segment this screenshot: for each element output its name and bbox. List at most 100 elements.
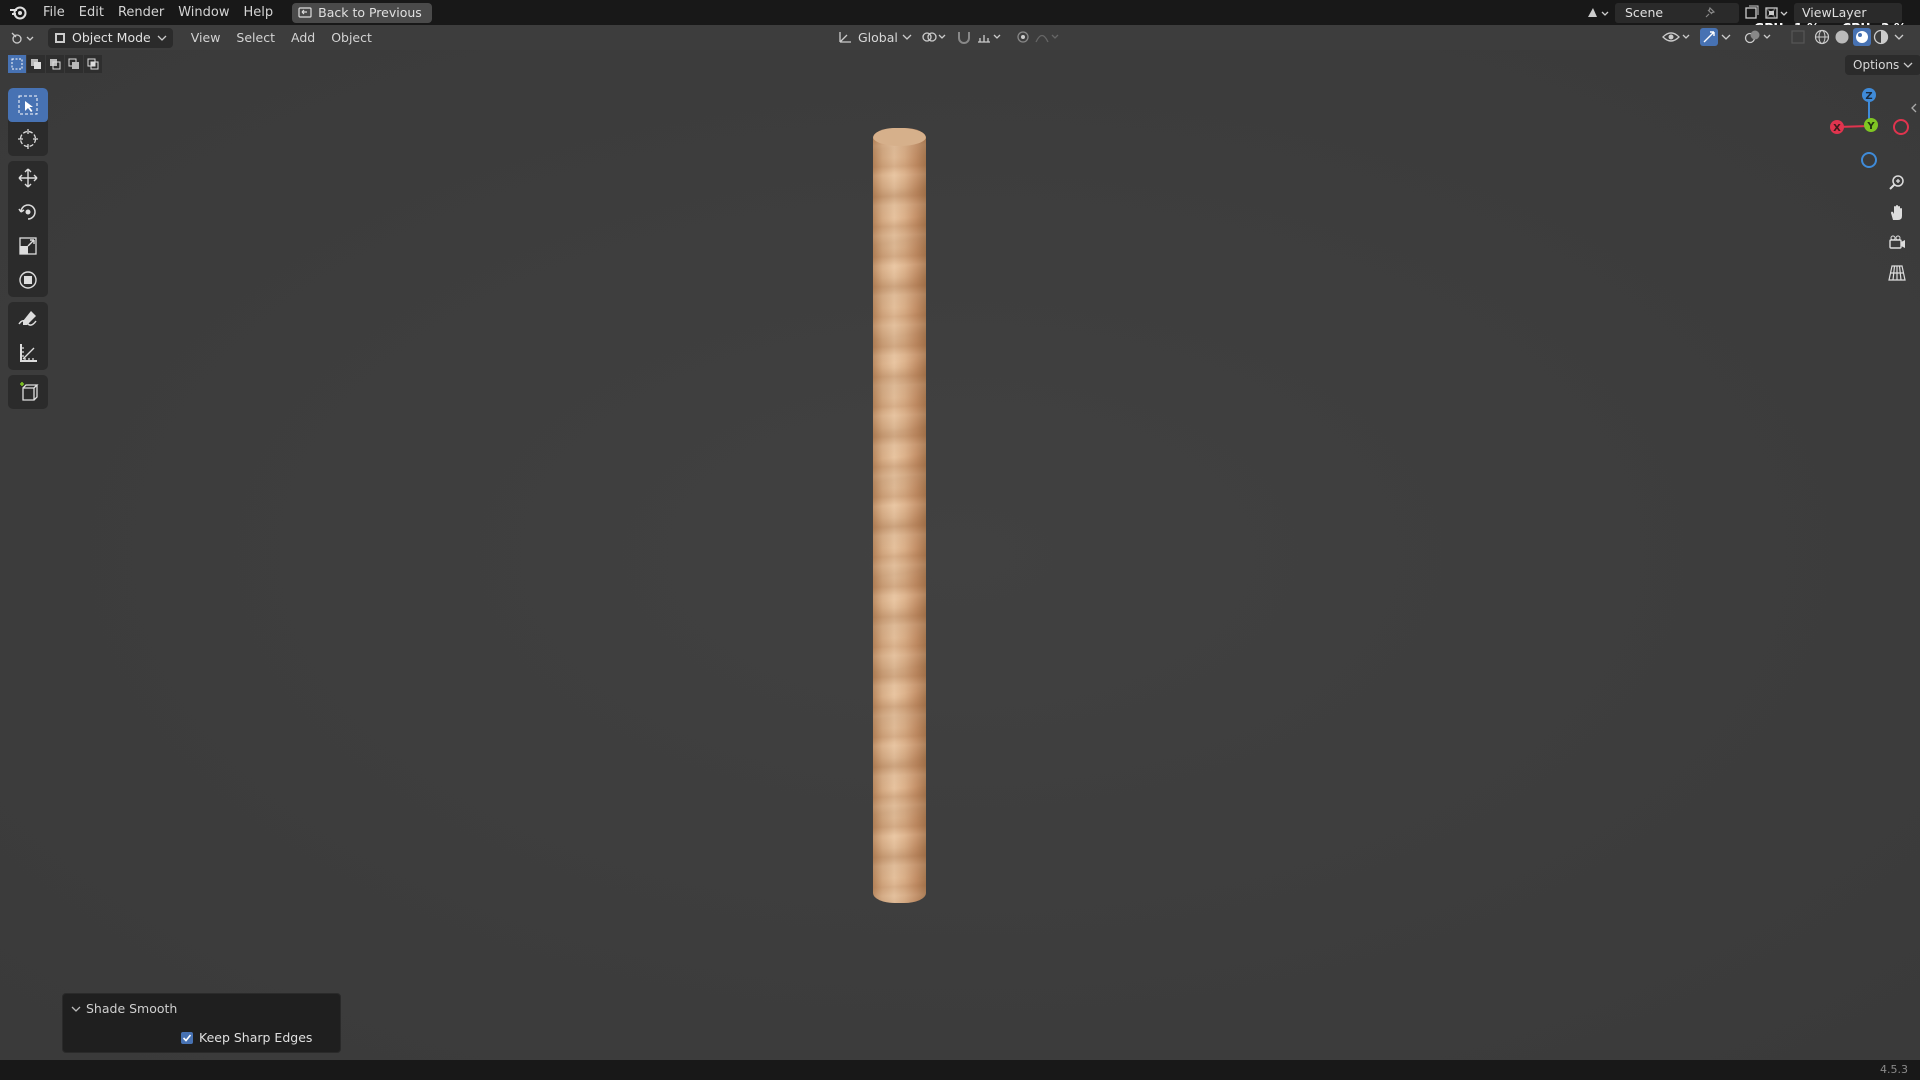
shading-material-button[interactable] (1853, 28, 1871, 46)
zoom-button[interactable] (1884, 170, 1910, 196)
view-layer-name[interactable]: ViewLayer (1802, 5, 1867, 20)
menu-window[interactable]: Window (171, 0, 236, 25)
select-box-tool[interactable] (8, 88, 48, 122)
menu-view[interactable]: View (183, 30, 229, 45)
menu-help[interactable]: Help (237, 0, 281, 25)
menu-select[interactable]: Select (228, 30, 283, 45)
select-new-icon (11, 58, 23, 70)
select-new-button[interactable] (8, 55, 26, 73)
select-box-icon (18, 95, 38, 115)
select-intersect-button[interactable] (84, 55, 102, 73)
menu-add[interactable]: Add (283, 30, 323, 45)
select-invert-button[interactable] (65, 55, 83, 73)
wireframe-sphere-icon (1814, 29, 1830, 45)
select-extend-button[interactable] (27, 55, 45, 73)
menu-render[interactable]: Render (111, 0, 171, 25)
menu-file[interactable]: File (36, 0, 72, 25)
pin-icon[interactable] (1703, 6, 1715, 19)
back-button-label: Back to Previous (318, 5, 422, 20)
keep-sharp-edges-checkbox[interactable] (181, 1031, 193, 1044)
snap-increment-icon (978, 34, 1001, 43)
select-extend-icon (31, 59, 41, 69)
options-dropdown[interactable]: Options (1845, 55, 1920, 75)
scale-tool[interactable] (8, 229, 48, 263)
falloff-icon (1035, 34, 1059, 43)
snap-toggle[interactable] (955, 29, 973, 49)
rotate-tool[interactable] (8, 195, 48, 229)
new-scene-icon[interactable] (1743, 5, 1759, 21)
z-axis-negative[interactable] (1861, 152, 1877, 168)
add-cube-tool[interactable] (8, 375, 48, 409)
gizmo-icon (1703, 31, 1715, 43)
chevron-down-icon (157, 35, 167, 41)
falloff-dropdown[interactable] (1034, 29, 1062, 49)
perspective-toggle-button[interactable] (1884, 260, 1910, 286)
snap-target-dropdown[interactable] (976, 29, 1004, 49)
cursor-tool[interactable] (8, 122, 48, 156)
zoom-icon (1889, 175, 1904, 190)
version-label: 4.5.3 (1880, 1063, 1908, 1076)
proportional-editing-toggle[interactable] (1015, 29, 1031, 49)
view-layer-icon (1765, 6, 1788, 19)
snap-icon (958, 32, 970, 44)
measure-tool[interactable] (8, 336, 48, 370)
operator-redo-panel: Shade Smooth Keep Sharp Edges (62, 993, 341, 1053)
pivot-icon (922, 32, 946, 42)
chevron-down-icon (1721, 34, 1731, 40)
transform-tool[interactable] (8, 263, 48, 297)
keep-sharp-edges-option[interactable]: Keep Sharp Edges (181, 1030, 312, 1045)
select-subtract-button[interactable] (46, 55, 64, 73)
editor-type-icon (11, 32, 34, 44)
operator-panel-header[interactable]: Shade Smooth (71, 1001, 177, 1016)
shading-dropdown[interactable] (1893, 29, 1905, 49)
visibility-dropdown[interactable] (1662, 29, 1692, 49)
x-axis-negative[interactable] (1893, 119, 1909, 135)
rendered-sphere-icon (1873, 29, 1889, 45)
hand-icon (1891, 205, 1902, 220)
chevron-down-icon (902, 34, 912, 40)
3d-viewport[interactable] (0, 50, 1920, 1060)
pan-button[interactable] (1884, 200, 1910, 226)
move-tool[interactable] (8, 161, 48, 195)
material-sphere-icon (1856, 31, 1868, 43)
wooden-cylinder-object[interactable] (873, 128, 926, 903)
overlays-toggle[interactable] (1744, 29, 1774, 49)
shading-rendered-button[interactable] (1873, 29, 1889, 49)
top-bar: File Edit Render Window Help Back to Pre… (0, 0, 1920, 25)
orientation-icon (839, 32, 851, 43)
editor-type-button[interactable] (0, 30, 48, 46)
annotate-tool[interactable] (8, 302, 48, 336)
back-to-previous-button[interactable]: Back to Previous (292, 2, 432, 23)
move-icon (18, 168, 38, 188)
operator-title: Shade Smooth (86, 1001, 178, 1016)
shading-wireframe-button[interactable] (1814, 29, 1830, 49)
select-subtract-icon (50, 59, 61, 70)
transform-orientation-dropdown[interactable]: Global (838, 27, 912, 47)
scene-icon (1588, 7, 1609, 17)
status-bar: 4.5.3 (0, 1060, 1920, 1080)
pivot-point-button[interactable] (920, 29, 948, 49)
gizmo-dropdown[interactable] (1720, 29, 1732, 49)
blender-logo-icon[interactable] (0, 0, 36, 25)
scene-selector[interactable]: Scene (1585, 2, 1777, 23)
viewport-header: Object Mode View Select Add Object Globa… (0, 25, 1920, 50)
options-label: Options (1853, 58, 1900, 72)
object-mode-icon (55, 32, 65, 43)
scene-name[interactable]: Scene (1625, 5, 1663, 20)
measure-icon (20, 344, 37, 362)
keep-sharp-edges-label: Keep Sharp Edges (199, 1030, 313, 1045)
menu-edit[interactable]: Edit (72, 0, 111, 25)
checkmark-icon (182, 1033, 192, 1042)
chevron-down-icon (1903, 62, 1913, 68)
xray-toggle[interactable] (1790, 29, 1806, 49)
navigation-gizmo[interactable]: Z X Y (1820, 85, 1920, 175)
menu-object[interactable]: Object (323, 30, 380, 45)
proportional-edit-icon (1017, 31, 1029, 43)
camera-view-button[interactable] (1884, 230, 1910, 256)
shading-solid-button[interactable] (1834, 29, 1850, 49)
y-axis-label: Y (1866, 121, 1875, 132)
select-intersect-icon (87, 58, 99, 70)
object-mode-dropdown[interactable]: Object Mode (48, 27, 173, 48)
overlays-icon (1744, 30, 1771, 44)
gizmo-toggle[interactable] (1700, 28, 1718, 46)
